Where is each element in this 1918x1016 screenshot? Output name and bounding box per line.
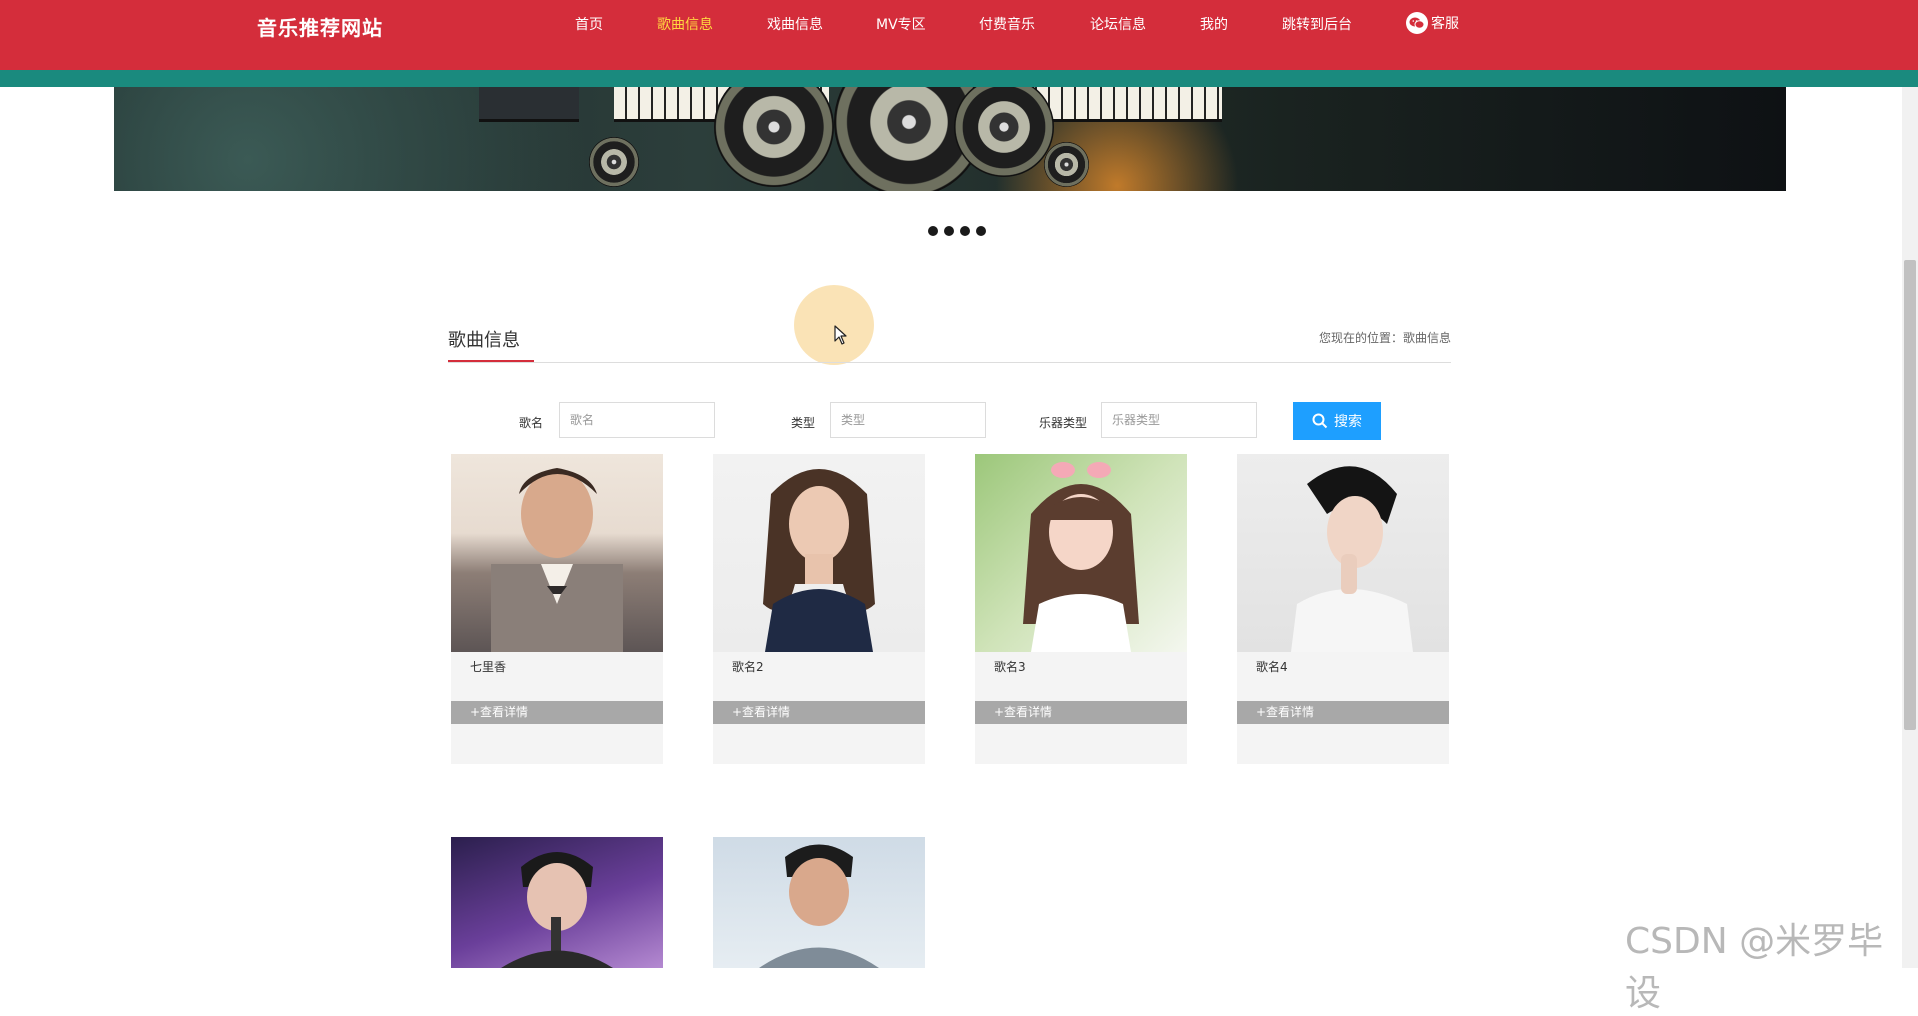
search-button-label: 搜索: [1334, 414, 1362, 430]
slide-dot[interactable]: [928, 226, 938, 236]
speaker-graphic: [954, 87, 1054, 177]
customer-service[interactable]: 客服: [1406, 12, 1459, 34]
slide-dot[interactable]: [976, 226, 986, 236]
wechat-icon: [1406, 12, 1428, 34]
song-name: 歌名2: [732, 660, 764, 674]
song-cover-image[interactable]: [713, 837, 925, 968]
site-brand[interactable]: 音乐推荐网站: [257, 12, 383, 41]
instrument-type-label: 乐器类型: [1038, 416, 1087, 430]
genre-label: 类型: [790, 416, 815, 430]
nav-home[interactable]: 首页: [575, 14, 603, 34]
song-card[interactable]: [451, 837, 663, 968]
search-icon: [1312, 413, 1328, 429]
view-details-button[interactable]: +查看详情: [1237, 701, 1449, 724]
customer-service-label: 客服: [1431, 16, 1459, 32]
banner-pagination: [928, 226, 986, 236]
breadcrumb: 您现在的位置：歌曲信息: [1318, 331, 1451, 345]
watermark-text: CSDN @米罗毕设: [1625, 921, 1884, 1014]
scrollbar-thumb[interactable]: [1904, 260, 1916, 730]
nav-mine[interactable]: 我的: [1200, 14, 1228, 34]
search-button[interactable]: 搜索: [1293, 402, 1381, 440]
nav-admin[interactable]: 跳转到后台: [1282, 14, 1352, 34]
piano-keys-right: [1024, 87, 1222, 122]
slide-dot[interactable]: [944, 226, 954, 236]
top-navbar: 音乐推荐网站 首页 歌曲信息 戏曲信息 MV专区 付费音乐 论坛信息 我的 跳转…: [0, 0, 1918, 70]
song-card[interactable]: 歌名3 +查看详情: [975, 454, 1187, 764]
banner-image: [114, 87, 1786, 191]
view-details-button[interactable]: +查看详情: [713, 701, 925, 724]
section-title: 歌曲信息: [448, 330, 520, 351]
song-card[interactable]: 七里香 +查看详情: [451, 454, 663, 764]
song-cover-image[interactable]: [451, 837, 663, 968]
song-name: 歌名3: [994, 660, 1026, 674]
instrument-type-input[interactable]: [1101, 402, 1257, 438]
nav-opera[interactable]: 戏曲信息: [767, 14, 823, 34]
nav-paid-music[interactable]: 付费音乐: [979, 14, 1035, 34]
song-name: 七里香: [470, 660, 507, 674]
song-cover-image[interactable]: [451, 454, 663, 652]
song-card[interactable]: 歌名4 +查看详情: [1237, 454, 1449, 764]
song-cover-image[interactable]: [713, 454, 925, 652]
nav-songs[interactable]: 歌曲信息: [657, 14, 713, 34]
song-cover-image[interactable]: [975, 454, 1187, 652]
genre-input[interactable]: [830, 402, 986, 438]
song-card[interactable]: [713, 837, 925, 968]
view-details-button[interactable]: +查看详情: [975, 701, 1187, 724]
song-card[interactable]: 歌名2 +查看详情: [713, 454, 925, 764]
song-cover-image[interactable]: [1237, 454, 1449, 652]
mouse-cursor-icon: [834, 325, 847, 345]
header-stripe: [0, 70, 1918, 87]
view-details-button[interactable]: +查看详情: [451, 701, 663, 724]
section-divider: [448, 362, 1451, 363]
nav-forum[interactable]: 论坛信息: [1090, 14, 1146, 34]
song-name: 歌名4: [1256, 660, 1288, 674]
song-name-label: 歌名: [518, 416, 543, 430]
synth-panel: [479, 87, 579, 122]
search-form: 歌名 类型 乐器类型 搜索: [0, 402, 1918, 442]
song-name-input[interactable]: [559, 402, 715, 438]
speaker-graphic: [714, 87, 834, 187]
slide-dot[interactable]: [960, 226, 970, 236]
speaker-graphic: [1044, 142, 1089, 187]
speaker-graphic: [589, 137, 639, 187]
nav-mv[interactable]: MV专区: [876, 14, 926, 34]
